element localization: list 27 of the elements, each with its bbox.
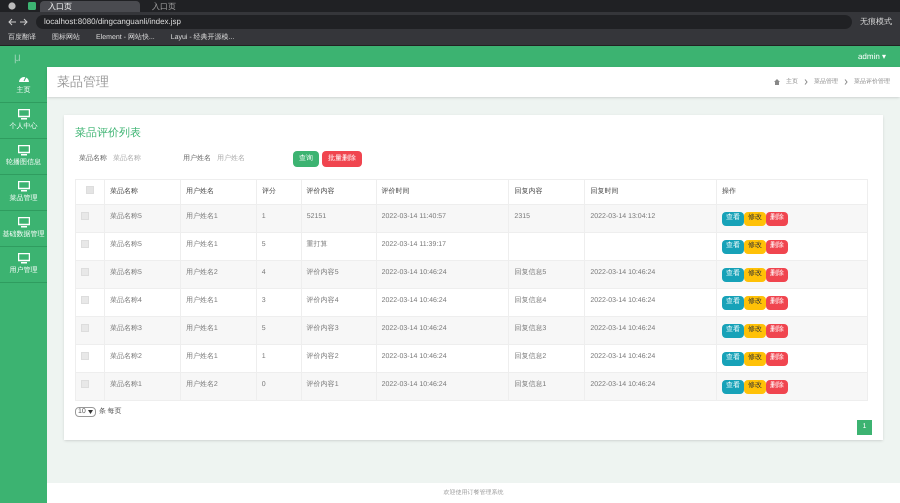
home-icon: [774, 79, 780, 85]
globe-icon: [8, 2, 16, 10]
card-title: 菜品评价列表: [75, 126, 142, 141]
row-checkbox[interactable]: [81, 296, 89, 304]
chevron-right-icon: [844, 79, 848, 85]
monitor-icon: [18, 180, 30, 192]
browser-tab[interactable]: 入口页: [40, 1, 140, 12]
navigation-arrows-icon: [8, 18, 28, 26]
address-bar[interactable]: localhost:8080/dingcanguanli/index.jsp: [36, 14, 852, 28]
user-menu[interactable]: admin ▾: [858, 50, 886, 62]
monitor-icon: [18, 252, 30, 264]
app-logo: μ: [14, 48, 21, 66]
row-checkbox[interactable]: [81, 352, 89, 360]
page-title: 菜品管理: [57, 73, 109, 92]
monitor-icon: [18, 144, 30, 156]
profile-label: 无痕模式: [860, 16, 892, 28]
select-all-checkbox[interactable]: [86, 186, 94, 194]
row-checkbox[interactable]: [81, 380, 89, 388]
monitor-icon: [18, 216, 30, 228]
caret-icon: [88, 410, 93, 414]
monitor-icon: [18, 108, 30, 120]
row-checkbox[interactable]: [81, 212, 89, 220]
chevron-right-icon: [804, 79, 808, 85]
row-checkbox[interactable]: [81, 324, 89, 332]
row-checkbox[interactable]: [81, 268, 89, 276]
app-icon: [28, 2, 36, 10]
row-checkbox[interactable]: [81, 240, 89, 248]
